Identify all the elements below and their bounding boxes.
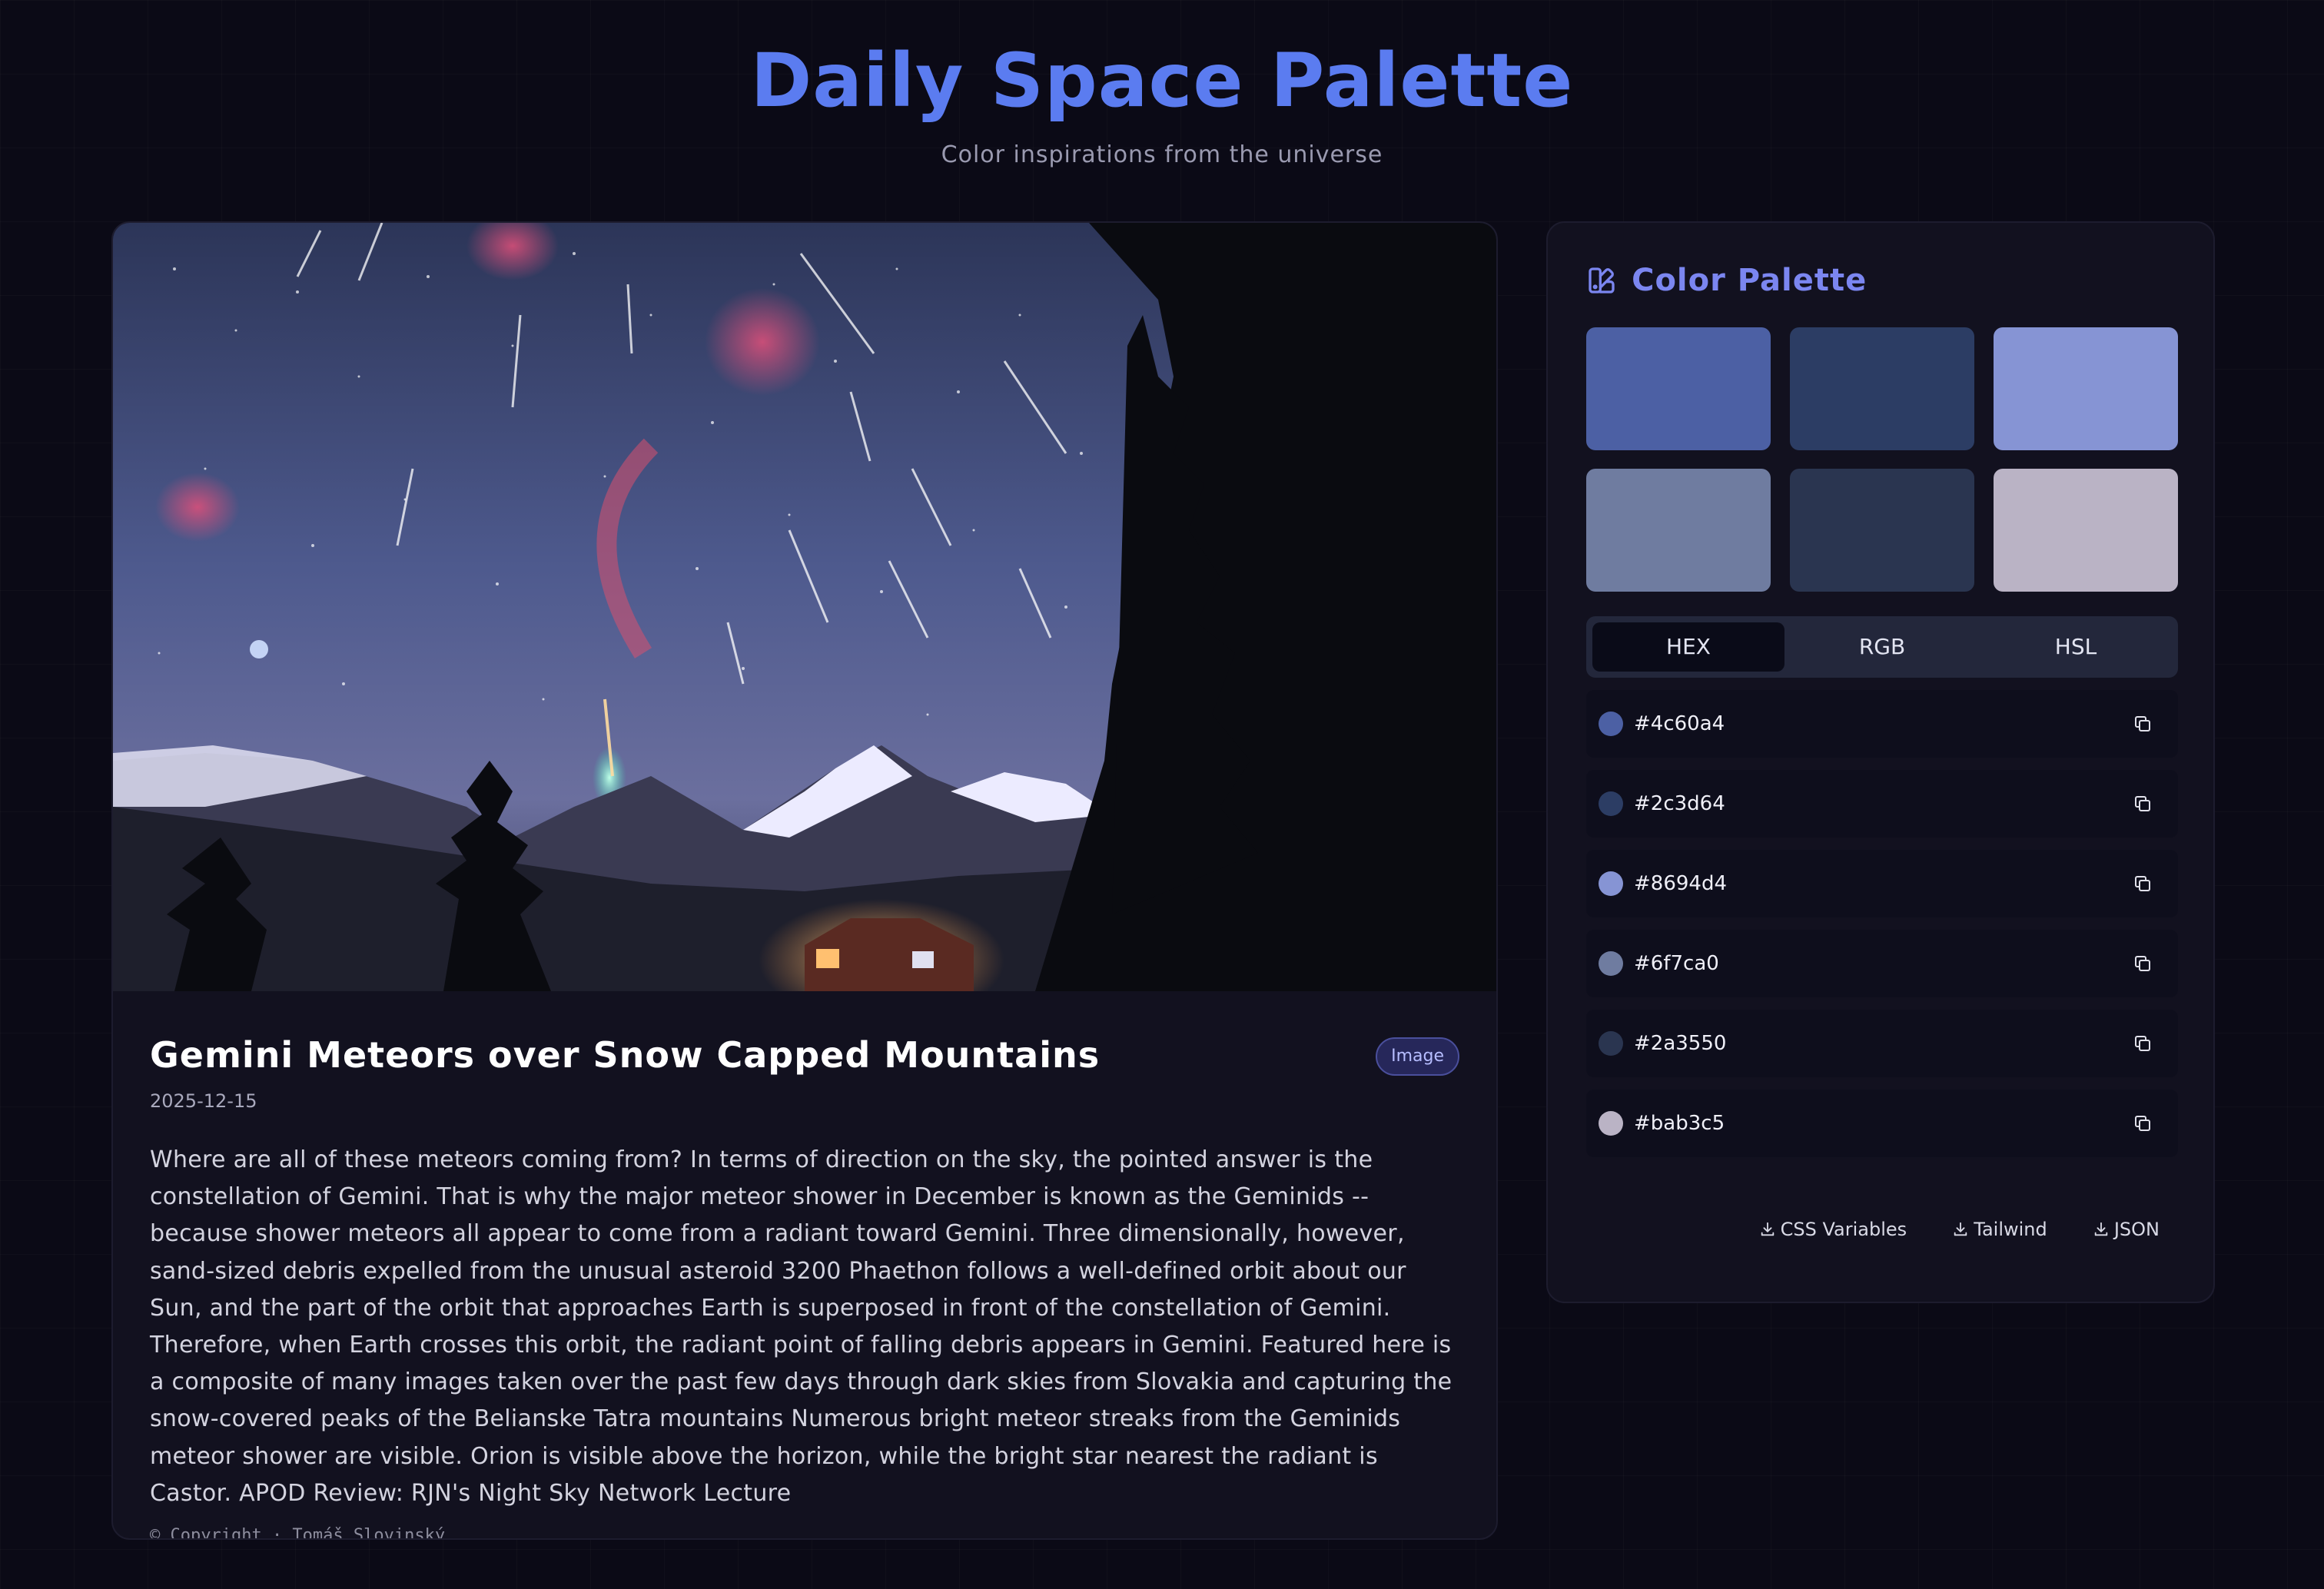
apod-copyright: © Copyright · Tomáš Slovinský: [150, 1526, 446, 1540]
page-title: Daily Space Palette: [750, 38, 1574, 124]
color-swatch[interactable]: [1790, 469, 1974, 592]
download-icon: [1761, 1222, 1774, 1236]
download-icon: [2094, 1222, 2108, 1236]
color-row: #2c3d64: [1586, 770, 2178, 838]
color-dot: [1599, 791, 1623, 816]
color-row: #bab3c5: [1586, 1090, 2178, 1157]
palette-icon: [1589, 267, 1615, 294]
copy-icon[interactable]: [2133, 1034, 2152, 1053]
title-row: Gemini Meteors over Snow Capped Mountain…: [150, 1028, 1459, 1082]
color-dot: [1599, 712, 1623, 736]
copy-icon[interactable]: [2133, 715, 2152, 733]
format-tabs: HEX RGB HSL: [1586, 616, 2178, 678]
color-code: #8694d4: [1634, 872, 1727, 895]
color-row: #4c60a4: [1586, 690, 2178, 758]
color-swatch[interactable]: [1994, 469, 2178, 592]
color-swatch[interactable]: [1586, 469, 1771, 592]
apod-details: Gemini Meteors over Snow Capped Mountain…: [150, 1028, 1459, 1540]
tab-hsl[interactable]: HSL: [1980, 622, 2172, 672]
palette-header: Color Palette: [1586, 263, 1867, 301]
palette-panel: Color Palette HEX RGB HSL #4c60a4 #2c3d6…: [1546, 221, 2215, 1303]
tab-hex[interactable]: HEX: [1592, 622, 1784, 672]
color-swatch[interactable]: [1586, 327, 1771, 450]
export-json-button[interactable]: JSON: [2093, 1214, 2160, 1245]
color-row: #2a3550: [1586, 1010, 2178, 1077]
palette-title: Color Palette: [1632, 263, 1868, 298]
media-type-badge: Image: [1376, 1037, 1459, 1076]
color-swatch[interactable]: [1994, 327, 2178, 450]
apod-date: 2025-12-15: [150, 1090, 257, 1112]
export-tailwind-label: Tailwind: [1974, 1219, 2047, 1240]
export-css-button[interactable]: CSS Variables: [1759, 1214, 1907, 1245]
color-row: #6f7ca0: [1586, 930, 2178, 997]
color-code: #2a3550: [1634, 1032, 1727, 1055]
color-code: #2c3d64: [1634, 792, 1725, 815]
color-row: #8694d4: [1586, 850, 2178, 917]
apod-explanation: Where are all of these meteors coming fr…: [150, 1146, 1452, 1507]
export-actions: CSS Variables Tailwind JSON: [1718, 1214, 2160, 1245]
apod-card: Gemini Meteors over Snow Capped Mountain…: [111, 221, 1498, 1540]
tab-rgb[interactable]: RGB: [1786, 622, 1978, 672]
export-tailwind-button[interactable]: Tailwind: [1952, 1214, 2047, 1245]
export-css-label: CSS Variables: [1780, 1219, 1907, 1240]
color-dot: [1599, 871, 1623, 896]
apod-image[interactable]: [113, 223, 1496, 991]
download-icon: [1954, 1222, 1967, 1236]
color-code: #4c60a4: [1634, 712, 1725, 735]
color-code: #bab3c5: [1634, 1112, 1725, 1135]
copy-icon[interactable]: [2133, 874, 2152, 893]
page-header: Daily Space Palette Color inspirations f…: [0, 31, 2324, 168]
export-json-label: JSON: [2113, 1219, 2160, 1240]
copy-icon[interactable]: [2133, 1114, 2152, 1133]
page-subtitle: Color inspirations from the universe: [941, 141, 1383, 168]
apod-title: Gemini Meteors over Snow Capped Mountain…: [150, 1034, 1101, 1076]
color-code: #6f7ca0: [1634, 952, 1719, 975]
copy-icon[interactable]: [2133, 954, 2152, 973]
color-dot: [1599, 1111, 1623, 1136]
copy-icon[interactable]: [2133, 794, 2152, 813]
color-dot: [1599, 1031, 1623, 1056]
color-dot: [1599, 951, 1623, 976]
color-swatch[interactable]: [1790, 327, 1974, 450]
